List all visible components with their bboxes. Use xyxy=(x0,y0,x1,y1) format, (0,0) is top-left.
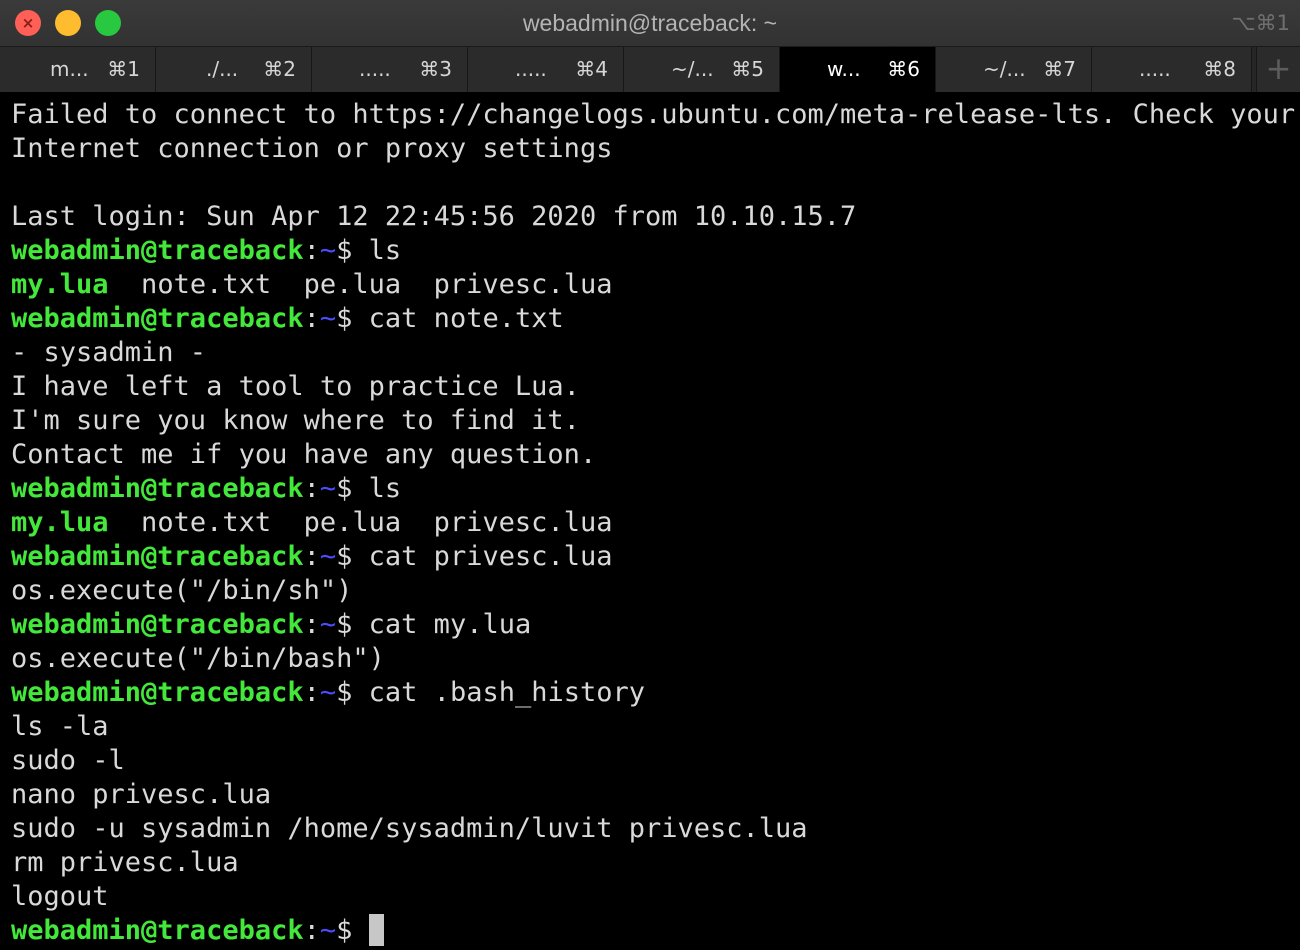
tab-shortcut: ⌘4 xyxy=(575,57,608,81)
tab-6[interactable]: w... ⌘6 xyxy=(780,47,936,92)
tab-title: ..... xyxy=(1139,57,1171,81)
tab-bar: m... ⌘1 ./... ⌘2..... ⌘3..... ⌘4 ~/... ⌘5 w... ⌘6… xyxy=(0,46,1300,92)
command-text: ls xyxy=(352,473,402,504)
tab-shortcut: ⌘7 xyxy=(1043,57,1076,81)
prompt-separator: : xyxy=(303,677,320,708)
tab-3[interactable]: ..... ⌘3 xyxy=(312,47,468,92)
prompt-line: webadmin@traceback:~$ cat privesc.lua xyxy=(11,540,1296,574)
tab-shortcut: ⌘3 xyxy=(419,57,452,81)
terminal-line: os.execute("/bin/bash") xyxy=(11,643,385,674)
prompt-separator: : xyxy=(303,541,320,572)
tab-shortcut: ⌘8 xyxy=(1203,57,1236,81)
prompt-line: webadmin@traceback:~$ ls xyxy=(11,472,1296,506)
prompt-separator: : xyxy=(303,303,320,334)
executable-file: my.lua xyxy=(11,269,109,300)
tab-title: ~/... xyxy=(983,57,1026,81)
tab-5[interactable]: ~/... ⌘5 xyxy=(624,47,780,92)
terminal-line: I have left a tool to practice Lua. xyxy=(11,371,580,402)
prompt-user-host: webadmin@traceback xyxy=(11,541,304,572)
prompt-path: ~ xyxy=(319,541,337,572)
prompt-separator: : xyxy=(303,473,320,504)
prompt-symbol: $ xyxy=(336,541,353,572)
prompt-line: webadmin@traceback:~$ cat .bash_history xyxy=(11,676,1296,710)
prompt-line: webadmin@traceback:~$ cat note.txt xyxy=(11,302,1296,336)
command-text: cat my.lua xyxy=(352,609,532,640)
prompt-path: ~ xyxy=(319,609,337,640)
terminal-line: Contact me if you have any question. xyxy=(11,439,597,470)
terminal-line: I'm sure you know where to find it. xyxy=(11,405,580,436)
executable-file: my.lua xyxy=(11,507,109,538)
ls-output-line: my.lua note.txt pe.lua privesc.lua xyxy=(11,268,1296,302)
prompt-symbol: $ xyxy=(336,303,353,334)
prompt-path: ~ xyxy=(319,303,337,334)
tab-1[interactable]: m... ⌘1 xyxy=(0,47,156,92)
tab-shortcut: ⌘5 xyxy=(731,57,764,81)
prompt-user-host: webadmin@traceback xyxy=(11,235,304,266)
tab-shortcut: ⌘1 xyxy=(107,57,140,81)
prompt-line: webadmin@traceback:~$ cat my.lua xyxy=(11,608,1296,642)
terminal-line: Last login: Sun Apr 12 22:45:56 2020 fro… xyxy=(11,201,857,232)
prompt-line: webadmin@traceback:~$ ls xyxy=(11,234,1296,268)
tab-title: ~/... xyxy=(671,57,714,81)
text-cursor xyxy=(368,914,384,946)
file-list: note.txt pe.lua privesc.lua xyxy=(108,269,613,300)
terminal-line: sudo -u sysadmin /home/sysadmin/luvit pr… xyxy=(11,813,808,844)
terminal-output: Failed to connect to https://changelogs.… xyxy=(11,98,1296,948)
prompt-line: webadmin@traceback:~$ xyxy=(11,914,1296,948)
new-tab-button[interactable]: + xyxy=(1256,47,1300,92)
tab-title: w... xyxy=(827,57,861,81)
prompt-user-host: webadmin@traceback xyxy=(11,915,304,946)
prompt-symbol: $ xyxy=(336,915,353,946)
tab-title: ..... xyxy=(359,57,391,81)
ls-output-line: my.lua note.txt pe.lua privesc.lua xyxy=(11,506,1296,540)
window-title: webadmin@traceback: ~ xyxy=(522,10,778,36)
prompt-separator: : xyxy=(303,609,320,640)
tab-8[interactable]: ..... ⌘8 xyxy=(1092,47,1252,92)
terminal-line: ls -la xyxy=(11,711,109,742)
prompt-path: ~ xyxy=(319,915,337,946)
terminal-line: nano privesc.lua xyxy=(11,779,272,810)
prompt-symbol: $ xyxy=(336,677,353,708)
command-text xyxy=(352,915,368,946)
command-text: cat .bash_history xyxy=(352,677,646,708)
terminal-line: sudo -l xyxy=(11,745,125,776)
terminal-line: - sysadmin - xyxy=(11,337,207,368)
prompt-separator: : xyxy=(303,915,320,946)
tab-shortcut: ⌘6 xyxy=(887,57,920,81)
command-text: cat privesc.lua xyxy=(352,541,613,572)
terminal-window: × webadmin@traceback: ~ ⌥⌘1 m... ⌘1 ./... ⌘… xyxy=(0,0,1300,950)
prompt-symbol: $ xyxy=(336,609,353,640)
prompt-user-host: webadmin@traceback xyxy=(11,473,304,504)
plus-icon: + xyxy=(1265,51,1292,87)
tab-4[interactable]: ..... ⌘4 xyxy=(468,47,624,92)
prompt-separator: : xyxy=(303,235,320,266)
command-text: cat note.txt xyxy=(352,303,564,334)
title-bar: × webadmin@traceback: ~ ⌥⌘1 xyxy=(0,0,1300,46)
terminal-line: Internet connection or proxy settings xyxy=(11,133,613,164)
terminal-line: logout xyxy=(11,881,109,912)
prompt-path: ~ xyxy=(319,473,337,504)
tab-2[interactable]: ./... ⌘2 xyxy=(156,47,312,92)
terminal-line: rm privesc.lua xyxy=(11,847,239,878)
terminal-content[interactable]: Failed to connect to https://changelogs.… xyxy=(0,92,1300,950)
tab-shortcut: ⌘2 xyxy=(263,57,296,81)
prompt-path: ~ xyxy=(319,235,337,266)
prompt-user-host: webadmin@traceback xyxy=(11,677,304,708)
prompt-user-host: webadmin@traceback xyxy=(11,303,304,334)
tab-title: ..... xyxy=(515,57,547,81)
prompt-user-host: webadmin@traceback xyxy=(11,609,304,640)
window-shortcut: ⌥⌘1 xyxy=(1231,11,1290,35)
prompt-symbol: $ xyxy=(336,235,353,266)
command-text: ls xyxy=(352,235,402,266)
prompt-path: ~ xyxy=(319,677,337,708)
terminal-line: os.execute("/bin/sh") xyxy=(11,575,353,606)
tab-7[interactable]: ~/... ⌘7 xyxy=(936,47,1092,92)
file-list: note.txt pe.lua privesc.lua xyxy=(108,507,613,538)
prompt-symbol: $ xyxy=(336,473,353,504)
terminal-line: Failed to connect to https://changelogs.… xyxy=(11,99,1296,130)
tab-title: m... xyxy=(50,57,89,81)
tab-title: ./... xyxy=(206,57,239,81)
